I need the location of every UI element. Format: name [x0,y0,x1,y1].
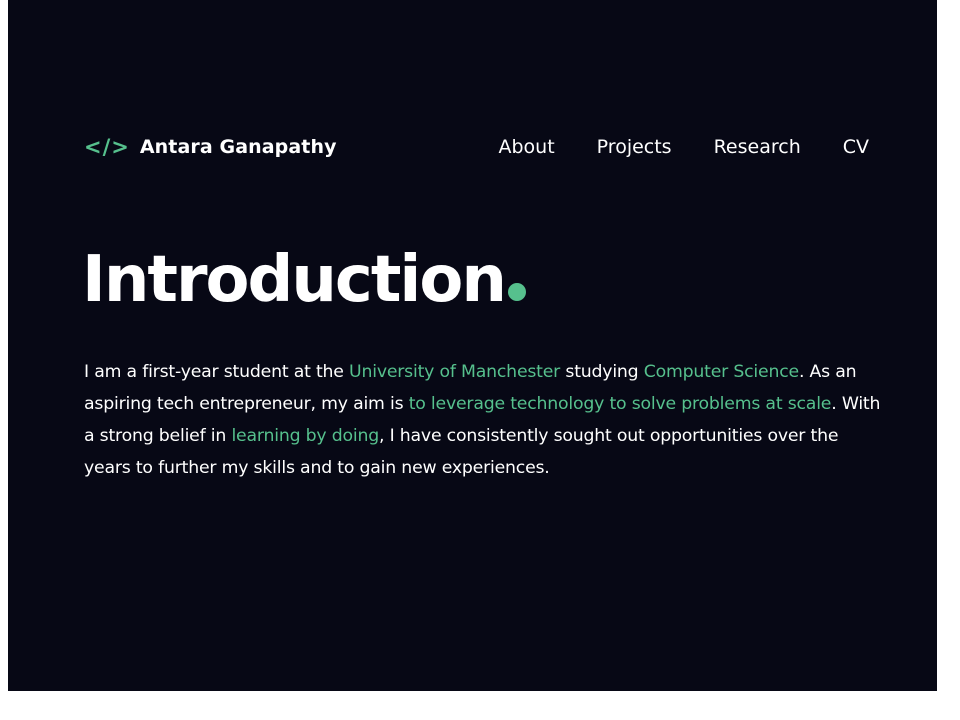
highlight-aim: to leverage technology to solve problems… [408,394,832,414]
nav-link-research[interactable]: Research [714,136,801,158]
nav-link-projects[interactable]: Projects [597,136,672,158]
nav-link-about[interactable]: About [498,136,554,158]
code-brackets-icon: </> [84,134,130,159]
brand-name: Antara Ganapathy [139,136,337,158]
page-title-text: Introduction [82,243,507,317]
brand-logo-link[interactable]: </> Antara Ganapathy [84,136,337,158]
intro-text-2: studying [560,362,644,382]
highlight-degree: Computer Science [643,362,799,382]
highlight-learning: learning by doing [231,426,379,446]
page-title: Introduction [82,248,526,312]
accent-dot [507,283,526,301]
top-navbar: </> Antara Ganapathy About Projects Rese… [84,129,869,165]
page-viewport: </> Antara Ganapathy About Projects Rese… [8,0,937,691]
highlight-university: University of Manchester [349,362,561,382]
nav-link-cv[interactable]: CV [843,136,869,158]
intro-text-1: I am a first-year student at the [84,362,350,382]
nav-links: About Projects Research CV [498,136,869,158]
intro-paragraph: I am a first-year student at the Univers… [84,356,884,484]
